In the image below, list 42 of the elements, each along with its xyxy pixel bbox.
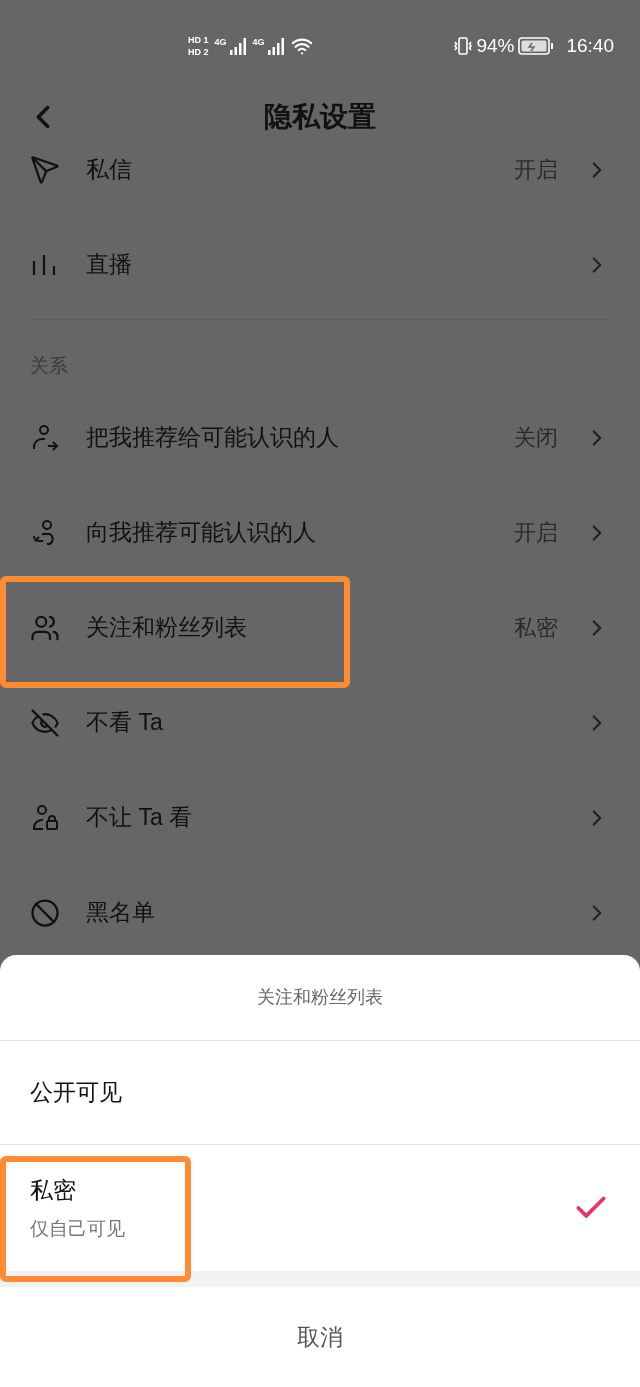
ban-icon [30, 897, 60, 928]
row-label: 私信 [86, 155, 133, 185]
cancel-button[interactable]: 取消 [0, 1287, 640, 1387]
signal-icon [266, 37, 285, 55]
row-label: 不让 Ta 看 [86, 803, 194, 833]
settings-row[interactable]: 向我推荐可能认识的人 开启 [0, 485, 640, 580]
row-label: 直播 [86, 250, 133, 280]
row-value: 开启 [514, 519, 558, 547]
battery-charging-icon [518, 36, 555, 56]
paper-plane-icon [30, 154, 60, 185]
row-label: 黑名单 [86, 898, 156, 928]
vibrate-icon [452, 35, 475, 57]
sheet-option[interactable]: 私密 仅自己可见 [0, 1145, 640, 1271]
row-value: 私密 [514, 614, 558, 642]
option-label: 公开可见 [30, 1078, 123, 1108]
row-label: 把我推荐给可能认识的人 [86, 423, 340, 453]
network-label: 4G [214, 37, 227, 47]
settings-row[interactable]: 不看 Ta [0, 675, 640, 770]
sheet-title: 关注和粉丝列表 [257, 986, 383, 1009]
eye-off-icon [30, 707, 60, 738]
row-label: 关注和粉丝列表 [86, 613, 248, 643]
row-label: 不看 Ta [86, 708, 164, 738]
settings-row[interactable]: 私信 开启 [0, 142, 640, 217]
battery-percent: 94% [476, 33, 515, 58]
clock-time: 16:40 [566, 33, 614, 58]
sheet-option[interactable]: 公开可见 [0, 1041, 640, 1145]
person-arrow-icon [30, 422, 60, 453]
option-sublabel: 仅自己可见 [30, 1217, 126, 1241]
signal-icon [228, 37, 247, 55]
sim-label: HD 1 [188, 35, 209, 45]
page-title: 隐私设置 [264, 100, 376, 134]
row-value: 关闭 [514, 424, 558, 452]
settings-row[interactable]: 直播 [0, 217, 640, 312]
settings-row[interactable]: 把我推荐给可能认识的人 关闭 [0, 390, 640, 485]
person-lock-icon [30, 802, 60, 833]
row-label: 向我推荐可能认识的人 [86, 518, 317, 548]
settings-row[interactable]: 不让 Ta 看 [0, 770, 640, 865]
network-label: 4G [252, 37, 265, 47]
row-value: 开启 [514, 156, 558, 184]
settings-row[interactable]: 关注和粉丝列表 私密 [0, 580, 640, 675]
sim-label: HD 2 [188, 47, 209, 57]
option-label: 私密 [30, 1175, 77, 1205]
